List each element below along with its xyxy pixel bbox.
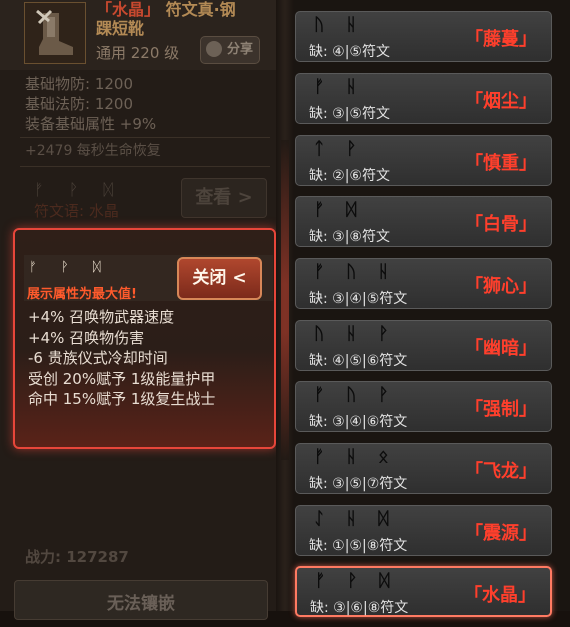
attribute-line: 命中 15%赋予 1级复生战士 <box>28 390 216 408</box>
stat-magic-defense: 基础法防: 1200 <box>25 95 133 113</box>
runeword-name: 「慎重」 <box>465 153 537 174</box>
runeword-runes: ᚠ ᚺ ᛟ <box>314 447 397 467</box>
runeword-name: 「水晶」 <box>464 585 536 606</box>
runeword-name: 「白骨」 <box>465 214 537 235</box>
item-name-title: 「水晶」 <box>96 0 161 19</box>
runeword-runes: ᚠ ᚢ ᚺ <box>314 262 397 282</box>
popup-attributes: +4% 召唤物武器速度 +4% 召唤物伤害 -6 贵族仪式冷却时间 受创 20%… <box>28 307 215 410</box>
runeword-item[interactable]: ᛇ ᚺ ᛞ 缺: ①|⑤|⑧符文 「震源」 <box>295 505 552 556</box>
runeword-item[interactable]: ᚠ ᛞ 缺: ③|⑧符文 「白骨」 <box>295 196 552 247</box>
runeword-name: 「藤蔓」 <box>465 29 537 50</box>
power-value: 战力: 127287 <box>25 548 129 566</box>
runeword-runes: ᚢ ᚺ <box>314 15 365 35</box>
runeword-runes: ᚠ ᚺ <box>314 77 365 97</box>
runeword-name: 「幽暗」 <box>465 338 537 359</box>
runeword-item[interactable]: ᚢ ᚺ 缺: ④|⑤符文 「藤蔓」 <box>295 11 552 62</box>
runeword-runes: ᚠ ᚢ ᚹ <box>314 385 397 405</box>
runeword-item-selected[interactable]: ᚠ ᚹ ᛞ 缺: ③|⑥|⑧符文 「水晶」 <box>295 566 552 617</box>
runeword-missing: 缺: ③|⑧符文 <box>309 229 390 245</box>
runeword-missing: 缺: ①|⑤|⑧符文 <box>309 538 408 554</box>
close-button[interactable]: 关闭 < <box>177 257 262 300</box>
runeword-missing: 缺: ③|④|⑤符文 <box>309 291 408 307</box>
popup-hint: 展示属性为最大值! <box>27 287 137 302</box>
separator-glow <box>281 140 289 460</box>
item-name-suffix: 符文真·钢 <box>165 0 236 19</box>
life-regen: +2479 每秒生命恢复 <box>25 143 161 159</box>
runeword-list[interactable]: ᚢ ᚺ 缺: ④|⑤符文 「藤蔓」 ᚠ ᚺ 缺: ③|⑤符文 「烟尘」 ᛏ ᚹ … <box>294 0 570 617</box>
runeword-item[interactable]: ᚠ ᚺ ᛟ 缺: ③|⑤|⑦符文 「飞龙」 <box>295 443 552 494</box>
runeword-runes: ᚢ ᚺ ᚹ <box>314 324 397 344</box>
runeword-missing: 缺: ③|⑥|⑧符文 <box>310 600 409 616</box>
runeword-name: 「强制」 <box>465 399 537 420</box>
popup-runes: ᚠ ᚹ ᛞ <box>29 260 111 275</box>
runeword-item[interactable]: ᚠ ᚢ ᚺ 缺: ③|④|⑤符文 「狮心」 <box>295 258 552 309</box>
attribute-line: -6 贵族仪式冷却时间 <box>28 349 168 367</box>
runeword-item[interactable]: ᚢ ᚺ ᚹ 缺: ④|⑤|⑥符文 「幽暗」 <box>295 320 552 371</box>
runeword-name: 「飞龙」 <box>465 461 537 482</box>
runeword-runes: ᚠ ᛞ <box>314 200 365 220</box>
runeword-missing: 缺: ④|⑤符文 <box>309 44 390 60</box>
runeword-missing: 缺: ③|⑤符文 <box>309 106 390 122</box>
runeword-runes: ᛏ ᚹ <box>314 139 365 159</box>
attribute-line: +4% 召唤物伤害 <box>28 328 145 347</box>
view-button[interactable]: 查看 > <box>181 178 267 218</box>
item-name: 「水晶」 符文真·钢 踝短靴 <box>96 0 266 38</box>
runeword-item[interactable]: ᛏ ᚹ 缺: ②|⑥符文 「慎重」 <box>295 135 552 186</box>
share-label: 分享 <box>226 42 253 57</box>
runeword-missing: 缺: ②|⑥符文 <box>309 168 390 184</box>
cannot-socket-button[interactable]: 无法镶嵌 <box>14 580 268 620</box>
runeword-popup: ᚠ ᚹ ᛞ 展示属性为最大值! 关闭 < +4% 召唤物武器速度 +4% 召唤物… <box>13 228 276 449</box>
item-level: 通用 220 级 <box>96 44 180 62</box>
stat-base-bonus: 装备基础属性 +9% <box>25 115 157 133</box>
socketed-runes: ᚠ ᚹ ᛞ <box>34 180 123 199</box>
base-stats: 基础物防: 1200 基础法防: 1200 装备基础属性 +9% <box>25 74 156 134</box>
divider <box>20 166 270 167</box>
runeword-label: 符文语: 水晶 <box>34 202 119 220</box>
runeword-item[interactable]: ᚠ ᚺ 缺: ③|⑤符文 「烟尘」 <box>295 73 552 124</box>
boots-icon <box>24 2 86 64</box>
runeword-name: 「狮心」 <box>465 276 537 297</box>
item-name-line2: 踝短靴 <box>96 19 145 38</box>
runeword-name: 「震源」 <box>465 523 537 544</box>
item-header: 「水晶」 符文真·钢 踝短靴 通用 220 级 分享 <box>0 0 282 70</box>
runeword-runes: ᚠ ᚹ ᛞ <box>315 571 398 591</box>
share-icon <box>206 41 222 57</box>
attribute-line: 受创 20%赋予 1级能量护甲 <box>28 369 216 388</box>
runeword-missing: 缺: ③|⑤|⑦符文 <box>309 476 408 492</box>
runeword-runes: ᛇ ᚺ ᛞ <box>314 509 397 529</box>
runeword-name: 「烟尘」 <box>465 91 537 112</box>
runeword-item[interactable]: ᚠ ᚢ ᚹ 缺: ③|④|⑥符文 「强制」 <box>295 381 552 432</box>
divider <box>20 137 270 138</box>
runeword-missing: 缺: ④|⑤|⑥符文 <box>309 353 408 369</box>
stat-physical-defense: 基础物防: 1200 <box>25 75 133 93</box>
share-button[interactable]: 分享 <box>200 36 260 64</box>
attribute-line: +4% 召唤物武器速度 <box>28 308 175 326</box>
runeword-missing: 缺: ③|④|⑥符文 <box>309 414 408 430</box>
